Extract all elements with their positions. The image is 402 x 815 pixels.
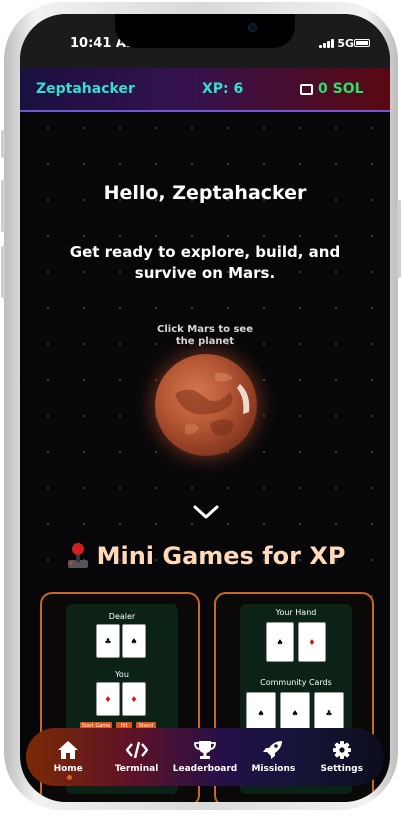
front-camera xyxy=(248,23,257,32)
notch xyxy=(115,14,295,48)
nav-item-terminal[interactable]: Terminal xyxy=(105,740,169,774)
nav-label-terminal: Terminal xyxy=(114,764,159,774)
status-bar: 10:41 AM 5G xyxy=(20,14,390,68)
player-card-1: ♦ xyxy=(96,682,120,716)
greeting-title: Hello, Zeptahacker xyxy=(103,182,307,204)
xp-counter: XP: 6 xyxy=(202,81,244,97)
mars-planet[interactable] xyxy=(155,354,257,456)
rocket-icon xyxy=(263,741,283,759)
nav-item-settings[interactable]: Settings xyxy=(310,740,374,774)
app-screen: 10:41 AM 5G Zeptahacker XP: 6 0 SOL Hell… xyxy=(20,14,390,802)
hand-card-2: ♦ xyxy=(298,622,326,662)
hand-card-1: ♠ xyxy=(266,622,294,662)
nav-label-missions: Missions xyxy=(251,764,296,774)
wallet-balance[interactable]: 0 SOL xyxy=(300,81,364,97)
mars-surface xyxy=(175,372,250,436)
mute-switch xyxy=(1,130,5,158)
nav-label-leaderboard: Leaderboard xyxy=(172,764,238,774)
nav-item-leaderboard[interactable]: Leaderboard xyxy=(173,740,237,774)
battery-icon xyxy=(354,39,370,47)
dealer-card-1: ♣ xyxy=(96,624,120,658)
network-type: 5G xyxy=(337,37,354,50)
trophy-icon xyxy=(194,741,216,759)
volume-down-button xyxy=(1,246,5,298)
nav-item-home[interactable]: Home xyxy=(36,740,100,774)
bottom-nav-bar: Home Terminal Leaderboard Missions Setti… xyxy=(26,728,384,786)
signal-icon xyxy=(319,39,334,48)
username-label[interactable]: Zeptahacker xyxy=(36,81,135,97)
intro-subtitle: Get ready to explore, build, and survive… xyxy=(69,243,341,282)
gear-icon xyxy=(332,741,351,759)
community-label: Community Cards xyxy=(260,678,332,687)
phone-frame: 10:41 AM 5G Zeptahacker XP: 6 0 SOL Hell… xyxy=(1,2,401,810)
volume-up-button xyxy=(1,180,5,232)
sol-balance: 0 SOL xyxy=(318,81,364,97)
wallet-icon xyxy=(300,83,313,95)
dealer-label: Dealer xyxy=(108,612,136,621)
dealer-card-2: ♠ xyxy=(122,624,146,658)
chevron-down-icon[interactable] xyxy=(192,502,220,522)
joystick-icon xyxy=(67,543,88,568)
nav-label-settings: Settings xyxy=(320,764,363,774)
active-nav-indicator xyxy=(67,775,72,780)
mini-games-heading: Mini Games for XP xyxy=(20,542,390,570)
power-button xyxy=(397,200,401,278)
app-header: Zeptahacker XP: 6 0 SOL xyxy=(20,68,390,112)
mini-games-title: Mini Games for XP xyxy=(96,542,346,570)
you-label: You xyxy=(115,670,129,679)
nav-item-missions[interactable]: Missions xyxy=(241,740,305,774)
mars-hint: Click Mars to see the planet xyxy=(157,324,253,347)
hand-label: Your Hand xyxy=(275,608,317,617)
code-icon xyxy=(125,741,148,759)
player-card-2: ♦ xyxy=(122,682,146,716)
home-icon xyxy=(58,741,79,759)
nav-label-home: Home xyxy=(53,764,83,774)
